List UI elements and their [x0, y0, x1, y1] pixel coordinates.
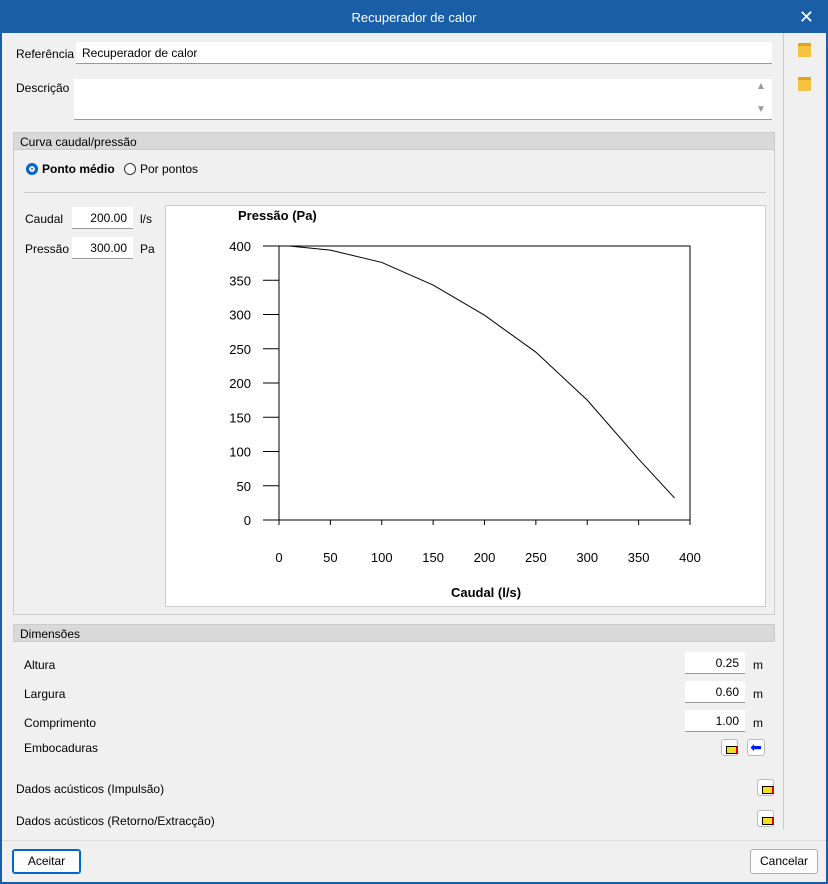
x-tick-label: 150	[422, 550, 444, 565]
edit-impulsao-icon[interactable]	[757, 779, 774, 796]
comprimento-label: Comprimento	[24, 716, 97, 730]
plot-frame	[278, 245, 691, 521]
footer-divider	[2, 840, 826, 841]
descricao-input[interactable]	[74, 79, 772, 120]
window-title: Recuperador de calor	[351, 10, 477, 25]
curve-line	[289, 245, 675, 499]
x-tick-label: 350	[628, 550, 650, 565]
caudal-unit: l/s	[140, 212, 152, 226]
comprimento-unit: m	[753, 716, 763, 730]
open-folder-icon[interactable]	[798, 43, 811, 57]
radio-label: Ponto médio	[42, 162, 115, 176]
title-bar: Recuperador de calor ✕	[0, 0, 828, 33]
arrow-left-icon[interactable]: ⬅	[747, 739, 765, 756]
x-tick-label: 100	[371, 550, 393, 565]
x-tick-label: 50	[323, 550, 337, 565]
embocaduras-label: Embocaduras	[24, 741, 99, 755]
accept-button[interactable]: Aceitar	[12, 849, 81, 874]
x-axis-title: Caudal (l/s)	[451, 585, 521, 600]
y-axis-title: Pressão (Pa)	[238, 208, 317, 223]
caudal-label: Caudal	[25, 212, 64, 226]
referencia-input[interactable]: Recuperador de calor	[76, 42, 772, 64]
descricao-label: Descrição	[16, 81, 70, 95]
x-tick-label: 400	[679, 550, 701, 565]
edit-retorno-icon[interactable]	[757, 810, 774, 827]
pressao-unit: Pa	[140, 242, 155, 256]
radio-ponto-medio[interactable]: Ponto médio	[26, 162, 115, 176]
radio-selected-icon	[26, 163, 38, 175]
x-tick-label: 200	[474, 550, 496, 565]
pressao-label: Pressão	[25, 242, 70, 256]
y-tick-label: 400	[229, 239, 251, 254]
y-tick-label: 300	[229, 308, 251, 323]
separator	[24, 192, 766, 193]
divider	[783, 33, 784, 830]
y-tick-label: 150	[229, 410, 251, 425]
altura-label: Altura	[24, 658, 56, 672]
y-tick-label: 250	[229, 342, 251, 357]
referencia-label: Referência	[16, 47, 75, 61]
largura-input[interactable]: 0.60	[685, 681, 745, 703]
y-tick-label: 50	[237, 479, 251, 494]
close-icon[interactable]: ✕	[799, 0, 814, 34]
comprimento-input[interactable]: 1.00	[685, 710, 745, 732]
x-tick-label: 300	[576, 550, 598, 565]
dialog-body: Referência Recuperador de calor Descriçã…	[2, 33, 826, 882]
y-tick-label: 350	[229, 273, 251, 288]
scroll-up-icon[interactable]: ▲	[756, 81, 766, 92]
altura-unit: m	[753, 658, 763, 672]
radio-por-pontos[interactable]: Por pontos	[124, 162, 198, 176]
largura-label: Largura	[24, 687, 66, 701]
curva-section-header: Curva caudal/pressão	[13, 132, 775, 150]
y-tick-label: 0	[244, 513, 251, 528]
acustico-retorno-label: Dados acústicos (Retorno/Extracção)	[16, 814, 215, 828]
edit-embocaduras-icon[interactable]	[721, 739, 738, 756]
save-folder-icon[interactable]	[798, 77, 811, 91]
curva-section: Ponto médio Por pontos Caudal 200.00 l/s…	[13, 150, 775, 615]
largura-unit: m	[753, 687, 763, 701]
cancel-button[interactable]: Cancelar	[750, 849, 818, 874]
radio-label: Por pontos	[140, 162, 199, 176]
x-tick-label: 250	[525, 550, 547, 565]
x-tick-label: 0	[275, 550, 282, 565]
pressure-flow-chart: Pressão (Pa) Caudal (l/s) 0 50 100 150 200 25…	[229, 208, 701, 600]
caudal-input[interactable]: 200.00	[72, 207, 133, 229]
radio-unselected-icon	[124, 163, 136, 175]
chart-container: Pressão (Pa) Caudal (l/s) 0 50 100 150 200 25…	[165, 205, 766, 607]
acustico-impulsao-label: Dados acústicos (Impulsão)	[16, 782, 165, 796]
y-tick-label: 100	[229, 445, 251, 460]
dimensoes-section-header: Dimensões	[13, 624, 775, 642]
pressao-input[interactable]: 300.00	[72, 237, 133, 259]
scroll-down-icon[interactable]: ▼	[756, 104, 766, 115]
y-tick-label: 200	[229, 376, 251, 391]
altura-input[interactable]: 0.25	[685, 652, 745, 674]
